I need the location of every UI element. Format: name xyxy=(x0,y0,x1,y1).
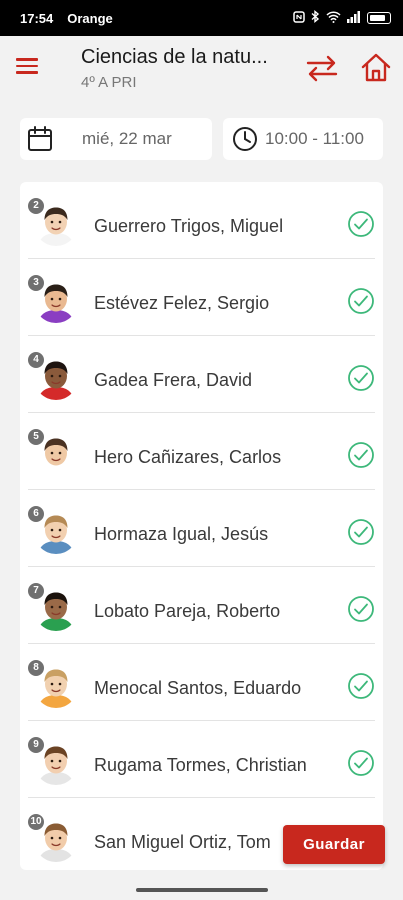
student-name: Menocal Santos, Eduardo xyxy=(94,678,302,698)
page-title: Ciencias de la natu... xyxy=(81,46,268,68)
list-item[interactable]: 3 Estévez Felez, Sergio xyxy=(28,259,375,336)
list-item[interactable]: 7 Lobato Pareja, Roberto xyxy=(28,567,375,644)
bluetooth-icon xyxy=(311,10,320,26)
nfc-icon xyxy=(293,10,305,26)
student-name: Lobato Pareja, Roberto xyxy=(94,601,281,621)
student-name: Guerrero Trigos, Miguel xyxy=(94,216,284,236)
student-number-badge: 10 xyxy=(28,814,44,830)
signal-icon xyxy=(347,10,361,26)
system-nav-bar xyxy=(0,880,403,900)
status-icons xyxy=(293,10,391,26)
student-number-badge: 6 xyxy=(28,506,44,522)
check-circle-icon[interactable] xyxy=(347,749,375,777)
swap-arrows-icon[interactable] xyxy=(305,52,339,84)
time-value: 10:00 - 11:00 xyxy=(265,129,364,148)
check-circle-icon[interactable] xyxy=(347,595,375,623)
status-carrier: Orange xyxy=(67,10,113,26)
battery-icon xyxy=(367,12,391,24)
clock-icon xyxy=(231,125,259,153)
student-name: Hormaza Igual, Jesús xyxy=(94,524,269,544)
status-time: 17:54 xyxy=(20,10,54,26)
page-subtitle: 4º A PRI xyxy=(81,74,137,91)
check-circle-icon[interactable] xyxy=(347,287,375,315)
status-bar: 17:54 Orange xyxy=(0,0,403,36)
check-circle-icon[interactable] xyxy=(347,672,375,700)
time-selector[interactable]: 10:00 - 11:00 xyxy=(223,118,383,160)
menu-icon[interactable] xyxy=(16,54,48,82)
student-number-badge: 9 xyxy=(28,737,44,753)
student-number-badge: 8 xyxy=(28,660,44,676)
calendar-icon xyxy=(26,125,54,153)
check-circle-icon[interactable] xyxy=(347,210,375,238)
date-value: mié, 22 mar xyxy=(82,129,172,148)
student-number-badge: 2 xyxy=(28,198,44,214)
date-selector[interactable]: mié, 22 mar xyxy=(20,118,212,160)
student-name: Rugama Tormes, Christian xyxy=(94,755,307,775)
student-name: Estévez Felez, Sergio xyxy=(94,293,270,313)
list-item[interactable]: 8 Menocal Santos, Eduardo xyxy=(28,644,375,721)
list-item[interactable]: 6 Hormaza Igual, Jesús xyxy=(28,490,375,567)
student-name: Hero Cañizares, Carlos xyxy=(94,447,282,467)
home-indicator[interactable] xyxy=(136,888,268,892)
student-number-badge: 3 xyxy=(28,275,44,291)
student-name: Gadea Frera, David xyxy=(94,370,253,390)
check-circle-icon[interactable] xyxy=(347,364,375,392)
student-name: San Miguel Ortiz, Tom xyxy=(94,832,271,852)
check-circle-icon[interactable] xyxy=(347,441,375,469)
student-list: 2 Guerrero Trigos, Miguel 3 Estévez Felez, … xyxy=(20,182,383,870)
app-bar: Ciencias de la natu... 4º A PRI xyxy=(0,36,403,100)
list-item[interactable]: 4 Gadea Frera, David xyxy=(28,336,375,413)
student-number-badge: 5 xyxy=(28,429,44,445)
save-button[interactable]: Guardar xyxy=(283,825,385,864)
check-circle-icon[interactable] xyxy=(347,518,375,546)
wifi-icon xyxy=(326,10,341,26)
student-number-badge: 7 xyxy=(28,583,44,599)
home-icon[interactable] xyxy=(360,52,392,84)
list-item[interactable]: 5 Hero Cañizares, Carlos xyxy=(28,413,375,490)
student-number-badge: 4 xyxy=(28,352,44,368)
list-item[interactable]: 9 Rugama Tormes, Christian xyxy=(28,721,375,798)
list-item[interactable]: 2 Guerrero Trigos, Miguel xyxy=(28,182,375,259)
